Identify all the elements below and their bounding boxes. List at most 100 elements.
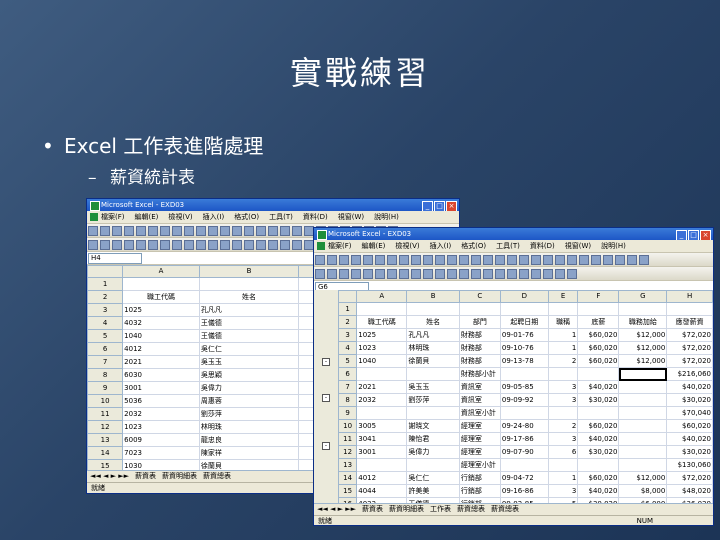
toolbar-button-icon[interactable] bbox=[124, 226, 134, 236]
cell[interactable]: $72,020 bbox=[666, 354, 713, 368]
cell[interactable]: 部門 bbox=[458, 315, 501, 329]
row-header[interactable]: 5 bbox=[337, 354, 358, 368]
cell[interactable] bbox=[618, 458, 668, 472]
sheet-nav-arrows-icon[interactable]: ◄◄ ◄ ► ►► bbox=[314, 505, 359, 513]
cell[interactable]: $12,000 bbox=[618, 471, 668, 485]
toolbar-button-icon[interactable] bbox=[208, 226, 218, 236]
cell[interactable]: 吳玉玉 bbox=[198, 355, 300, 369]
toolbar-button-icon[interactable] bbox=[375, 269, 385, 279]
toolbar-button-icon[interactable] bbox=[232, 240, 242, 250]
cell[interactable]: 行銷部 bbox=[458, 471, 501, 485]
cell[interactable]: 2 bbox=[547, 354, 579, 368]
cell[interactable]: 行銷部 bbox=[458, 484, 501, 498]
toolbar-button-icon[interactable] bbox=[148, 226, 158, 236]
cell[interactable]: 09-17-86 bbox=[499, 432, 549, 446]
menu-item[interactable]: 格式(O) bbox=[461, 242, 486, 250]
menu-item[interactable]: 視窗(W) bbox=[565, 242, 591, 250]
toolbar-button-icon[interactable] bbox=[483, 269, 493, 279]
cell[interactable] bbox=[499, 458, 549, 472]
sheet-tab[interactable]: 薪資總表 bbox=[454, 505, 488, 513]
cell[interactable]: 職稱 bbox=[547, 315, 579, 329]
menu-item[interactable]: 說明(H) bbox=[601, 242, 626, 250]
cell[interactable] bbox=[547, 406, 579, 420]
cell[interactable]: $30,020 bbox=[666, 393, 713, 407]
toolbar-button-icon[interactable] bbox=[399, 269, 409, 279]
cell[interactable]: 林明珠 bbox=[198, 420, 300, 434]
toolbar-button-icon[interactable] bbox=[196, 240, 206, 250]
toolbar-button-icon[interactable] bbox=[292, 226, 302, 236]
toolbar-button-icon[interactable] bbox=[459, 269, 469, 279]
toolbar-button-icon[interactable] bbox=[280, 226, 290, 236]
cell[interactable]: 姓名 bbox=[406, 315, 460, 329]
cell[interactable]: 09-16-86 bbox=[499, 484, 549, 498]
menu-item[interactable]: 資料(D) bbox=[530, 242, 555, 250]
toolbar-button-icon[interactable] bbox=[399, 255, 409, 265]
cell[interactable]: 7023 bbox=[122, 446, 200, 460]
cell[interactable]: 1023 bbox=[356, 341, 408, 355]
sheet-nav-arrows-icon[interactable]: ◄◄ ◄ ► ►► bbox=[87, 472, 132, 480]
column-header[interactable]: A bbox=[122, 265, 200, 278]
cell[interactable]: $60,020 bbox=[577, 419, 620, 433]
row-header[interactable]: 3 bbox=[337, 328, 358, 342]
toolbar-button-icon[interactable] bbox=[627, 255, 637, 265]
toolbar-button-icon[interactable] bbox=[136, 240, 146, 250]
sheet-tab[interactable]: 工作表 bbox=[427, 505, 454, 513]
row-header[interactable]: 8 bbox=[87, 368, 124, 382]
toolbar-button-icon[interactable] bbox=[555, 255, 565, 265]
cell[interactable]: 經理室 bbox=[458, 432, 501, 446]
toolbar-button-icon[interactable] bbox=[423, 255, 433, 265]
menu-item[interactable]: 格式(O) bbox=[234, 213, 259, 221]
toolbar-button-icon[interactable] bbox=[519, 255, 529, 265]
cell[interactable]: 應發薪資 bbox=[666, 315, 713, 329]
cell[interactable]: 職工代碼 bbox=[122, 290, 200, 304]
toolbar-button-icon[interactable] bbox=[567, 255, 577, 265]
toolbar-button-icon[interactable] bbox=[268, 240, 278, 250]
cell[interactable]: 2 bbox=[547, 419, 579, 433]
cell[interactable]: 09-13-78 bbox=[499, 354, 549, 368]
cell[interactable]: 吳玉玉 bbox=[406, 380, 460, 394]
cell[interactable]: $30,020 bbox=[577, 445, 620, 459]
cell[interactable] bbox=[577, 458, 620, 472]
toolbar-button-icon[interactable] bbox=[244, 226, 254, 236]
cell[interactable]: 3041 bbox=[356, 432, 408, 446]
toolbar-button-icon[interactable] bbox=[148, 240, 158, 250]
cell[interactable]: 劉莎萍 bbox=[198, 407, 300, 421]
cell[interactable]: $40,020 bbox=[577, 432, 620, 446]
toolbar-button-icon[interactable] bbox=[363, 255, 373, 265]
cell[interactable]: $12,000 bbox=[618, 354, 668, 368]
cell[interactable]: 09-09-92 bbox=[499, 393, 549, 407]
cell[interactable]: 職工代碼 bbox=[356, 315, 408, 329]
cell[interactable]: 3 bbox=[547, 380, 579, 394]
cell[interactable] bbox=[406, 458, 460, 472]
cell[interactable]: 09-05-85 bbox=[499, 380, 549, 394]
cell[interactable]: 3 bbox=[547, 484, 579, 498]
toolbar-button-icon[interactable] bbox=[172, 226, 182, 236]
cell[interactable]: $30,020 bbox=[577, 393, 620, 407]
row-header[interactable]: 3 bbox=[87, 303, 124, 317]
sheet-tab[interactable]: 薪資明細表 bbox=[386, 505, 427, 513]
row-header[interactable]: 1 bbox=[87, 277, 124, 291]
toolbar-button-icon[interactable] bbox=[555, 269, 565, 279]
cell[interactable]: 經理室小計 bbox=[458, 458, 501, 472]
cell[interactable]: $130,060 bbox=[666, 458, 713, 472]
row-header[interactable]: 4 bbox=[87, 316, 124, 330]
cell[interactable]: $60,020 bbox=[577, 354, 620, 368]
menu-item[interactable]: 檢視(V) bbox=[168, 213, 192, 221]
column-header[interactable]: B bbox=[406, 290, 460, 303]
toolbar-button-icon[interactable] bbox=[603, 255, 613, 265]
row-header[interactable]: 8 bbox=[337, 393, 358, 407]
toolbar-button-icon[interactable] bbox=[268, 226, 278, 236]
toolbar-button-icon[interactable] bbox=[483, 255, 493, 265]
row-header[interactable]: 7 bbox=[337, 380, 358, 394]
toolbar-button-icon[interactable] bbox=[411, 255, 421, 265]
cell[interactable]: 財務部 bbox=[458, 341, 501, 355]
cell[interactable]: $60,020 bbox=[666, 419, 713, 433]
cell[interactable]: 6 bbox=[547, 445, 579, 459]
toolbar-button-icon[interactable] bbox=[184, 226, 194, 236]
cell[interactable] bbox=[406, 367, 460, 381]
toolbar-button-icon[interactable] bbox=[531, 269, 541, 279]
cell[interactable] bbox=[356, 302, 408, 316]
cell[interactable]: 謝晓文 bbox=[406, 419, 460, 433]
toolbar-button-icon[interactable] bbox=[256, 240, 266, 250]
cell[interactable]: 09-24-80 bbox=[499, 419, 549, 433]
